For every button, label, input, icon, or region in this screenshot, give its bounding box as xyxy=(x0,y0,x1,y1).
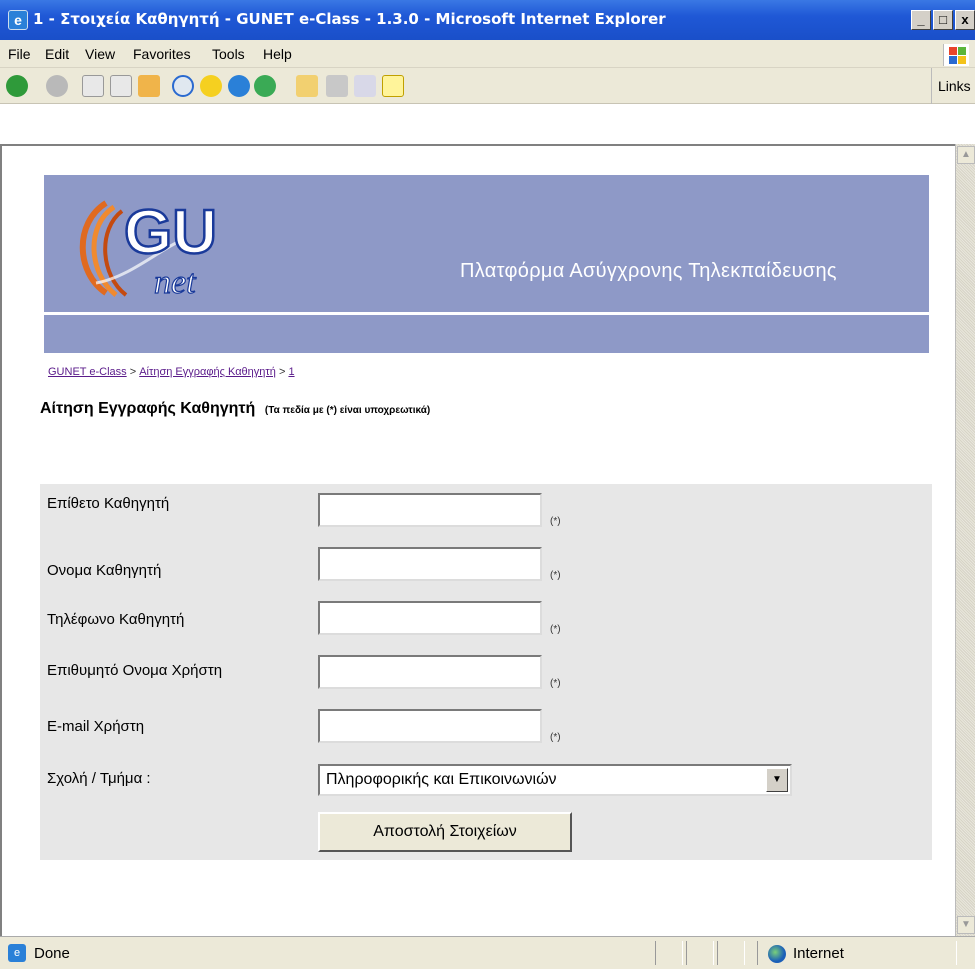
menu-help[interactable]: Help xyxy=(263,46,292,62)
window-controls: _ □ x xyxy=(911,10,975,30)
refresh-icon[interactable] xyxy=(110,75,132,97)
mail-icon[interactable] xyxy=(296,75,318,97)
phone-label: Τηλέφωνο Καθηγητή xyxy=(47,611,185,628)
minimize-button[interactable]: _ xyxy=(911,10,931,30)
username-label: Επιθυμητό Ονομα Χρήστη xyxy=(47,662,223,679)
breadcrumb-home-link[interactable]: GUNET e-Class xyxy=(48,366,127,378)
note-icon[interactable] xyxy=(382,75,404,97)
chevron-down-icon[interactable]: ▼ xyxy=(766,768,788,792)
status-bar: e Done Internet xyxy=(0,936,975,969)
menu-file[interactable]: File xyxy=(8,46,31,62)
required-marker: (*) xyxy=(550,732,561,743)
firstname-label: Ονομα Καθηγητή xyxy=(47,562,162,579)
stop-icon[interactable] xyxy=(82,75,104,97)
menu-tools[interactable]: Tools xyxy=(212,46,245,62)
zone-segment xyxy=(757,941,957,965)
required-marker: (*) xyxy=(550,678,561,689)
required-marker: (*) xyxy=(550,516,561,527)
phone-field[interactable] xyxy=(318,601,542,635)
edit-icon[interactable] xyxy=(354,75,376,97)
internet-explorer-icon: e xyxy=(8,10,28,30)
favorites-star-icon[interactable] xyxy=(200,75,222,97)
print-icon[interactable] xyxy=(326,75,348,97)
surname-label: Επίθετο Καθηγητή xyxy=(47,495,170,512)
scroll-down-icon[interactable]: ▼ xyxy=(957,916,975,934)
platform-tagline: Πλατφόρμα Ασύγχρονης Τηλεκπαίδευσης xyxy=(460,260,837,282)
back-icon[interactable] xyxy=(6,75,28,97)
submit-button[interactable]: Αποστολή Στοιχείων xyxy=(318,812,572,852)
vertical-scrollbar[interactable]: ▲ ▼ xyxy=(955,144,975,936)
breadcrumb-section-link[interactable]: Αίτηση Εγγραφής Καθηγητή xyxy=(139,366,276,378)
firstname-field[interactable] xyxy=(318,547,542,581)
surname-field[interactable] xyxy=(318,493,542,527)
logo-text-net: net xyxy=(154,264,197,301)
browser-chrome: File Edit View Favorites Tools Help Link… xyxy=(0,40,975,104)
window-title: 1 - Στοιχεία Καθηγητή - GUNET e-Class - … xyxy=(33,10,666,28)
history-icon[interactable] xyxy=(254,75,276,97)
scroll-up-icon[interactable]: ▲ xyxy=(957,146,975,164)
required-marker: (*) xyxy=(550,570,561,581)
maximize-button[interactable]: □ xyxy=(933,10,953,30)
header-subbanner xyxy=(44,315,929,353)
required-fields-note: (Τα πεδία με (*) είναι υποχρεωτικά) xyxy=(264,405,431,416)
department-selected-value: Πληροφορικής και Επικοινωνιών xyxy=(326,771,557,788)
required-marker: (*) xyxy=(550,624,561,635)
page-title: Αίτηση Εγγραφής Καθηγητή (Τα πεδία με (*… xyxy=(40,400,430,418)
department-label: Σχολή / Τμήμα : xyxy=(47,770,151,787)
email-field[interactable] xyxy=(318,709,542,743)
status-segment xyxy=(717,941,745,965)
menu-edit[interactable]: Edit xyxy=(45,46,69,62)
toolbar: Links xyxy=(0,68,975,104)
gunet-logo: GU net xyxy=(79,197,218,302)
breadcrumb-separator: > xyxy=(129,366,137,378)
window-titlebar: e 1 - Στοιχεία Καθηγητή - GUNET e-Class … xyxy=(0,0,975,40)
internet-zone-icon xyxy=(768,945,786,963)
menu-favorites[interactable]: Favorites xyxy=(133,46,191,62)
security-zone-text: Internet xyxy=(793,945,844,962)
status-text: Done xyxy=(34,945,70,962)
search-icon[interactable] xyxy=(172,75,194,97)
menu-bar: File Edit View Favorites Tools Help xyxy=(0,40,975,68)
department-select[interactable]: Πληροφορικής και Επικοινωνιών ▼ xyxy=(318,764,792,796)
breadcrumb: GUNET e-Class > Αίτηση Εγγραφής Καθηγητή… xyxy=(48,366,295,378)
breadcrumb-separator: > xyxy=(278,366,286,378)
home-icon[interactable] xyxy=(138,75,160,97)
breadcrumb-current-link[interactable]: 1 xyxy=(288,366,294,378)
menu-view[interactable]: View xyxy=(85,46,115,62)
windows-logo-icon xyxy=(943,44,969,66)
email-label: E-mail Χρήστη xyxy=(47,718,145,735)
username-field[interactable] xyxy=(318,655,542,689)
page-done-icon: e xyxy=(8,944,26,962)
page-title-text: Αίτηση Εγγραφής Καθηγητή xyxy=(40,400,256,417)
close-button[interactable]: x xyxy=(955,10,975,30)
logo-text-gu: GU xyxy=(124,198,217,267)
status-segment xyxy=(655,941,683,965)
links-button[interactable]: Links xyxy=(931,68,975,104)
media-icon[interactable] xyxy=(228,75,250,97)
status-segment xyxy=(686,941,714,965)
forward-icon[interactable] xyxy=(46,75,68,97)
